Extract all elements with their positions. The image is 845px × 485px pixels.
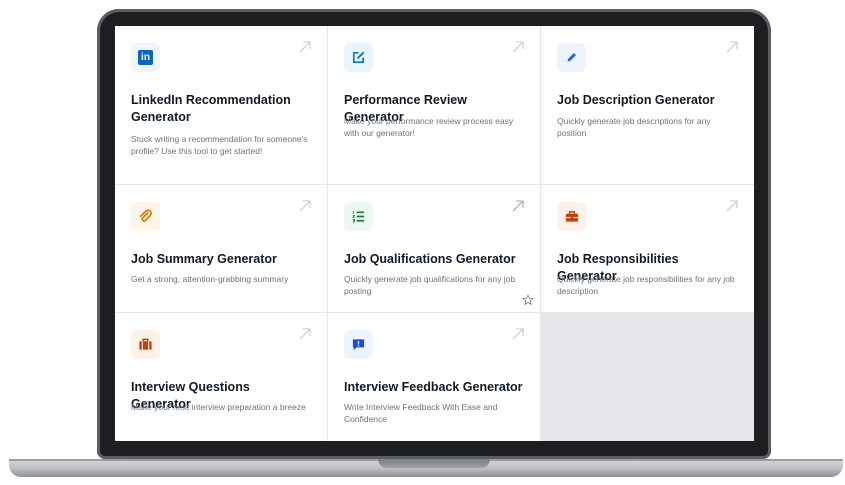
- briefcase-icon: [131, 330, 160, 359]
- laptop-notch: [378, 459, 490, 468]
- arrow-up-right-icon: [299, 200, 311, 212]
- card-job-responsibilities[interactable]: Job Responsibilities Generator Quickly g…: [541, 185, 754, 313]
- card-description: Make your performance review process eas…: [344, 116, 514, 138]
- edit-icon: [344, 43, 373, 72]
- card-description: Quickly generate job responsibilities fo…: [557, 274, 735, 296]
- card-job-summary[interactable]: Job Summary Generator Get a strong, atte…: [115, 185, 328, 313]
- tool-grid: in LinkedIn Recommendation Generator Stu…: [115, 26, 754, 441]
- card-description: Stuck writing a recommendation for someo…: [131, 134, 308, 156]
- card-linkedin-recommendation[interactable]: in LinkedIn Recommendation Generator Stu…: [115, 26, 328, 185]
- arrow-up-right-icon: [512, 41, 524, 53]
- feedback-icon: [344, 330, 373, 359]
- arrow-up-right-icon: [726, 41, 738, 53]
- card-title: Interview Feedback Generator: [344, 380, 523, 394]
- arrow-up-right-icon: [299, 328, 311, 340]
- favorite-star-icon[interactable]: [522, 294, 534, 306]
- arrow-up-right-icon: [726, 200, 738, 212]
- card-description: Get a strong, attention-grabbing summary: [131, 274, 289, 284]
- arrow-up-right-icon: [299, 41, 311, 53]
- empty-cell: [541, 313, 754, 441]
- toolbox-icon: [557, 202, 586, 231]
- card-performance-review[interactable]: Performance Review Generator Make your p…: [328, 26, 541, 185]
- arrow-up-right-icon: [512, 200, 524, 212]
- list-icon: [344, 202, 373, 231]
- arrow-up-right-icon: [512, 328, 524, 340]
- card-title: Job Description Generator: [557, 93, 715, 107]
- card-title: LinkedIn Recommendation Generator: [131, 93, 291, 124]
- card-job-description[interactable]: Job Description Generator Quickly genera…: [541, 26, 754, 185]
- card-description: Write Interview Feedback With Ease and C…: [344, 402, 498, 424]
- linkedin-icon: in: [131, 43, 160, 72]
- paperclip-icon: [131, 202, 160, 231]
- card-title: Job Qualifications Generator: [344, 252, 516, 266]
- card-description: Make your next interview preparation a b…: [131, 402, 306, 412]
- pencil-icon: [557, 43, 586, 72]
- card-job-qualifications[interactable]: Job Qualifications Generator Quickly gen…: [328, 185, 541, 313]
- card-description: Quickly generate job qualifications for …: [344, 274, 516, 296]
- card-title: Job Summary Generator: [131, 252, 277, 266]
- card-interview-feedback[interactable]: Interview Feedback Generator Write Inter…: [328, 313, 541, 441]
- card-description: Quickly generate job descriptions for an…: [557, 116, 711, 138]
- screen: in LinkedIn Recommendation Generator Stu…: [115, 26, 754, 441]
- card-interview-questions[interactable]: Interview Questions Generator Make your …: [115, 313, 328, 441]
